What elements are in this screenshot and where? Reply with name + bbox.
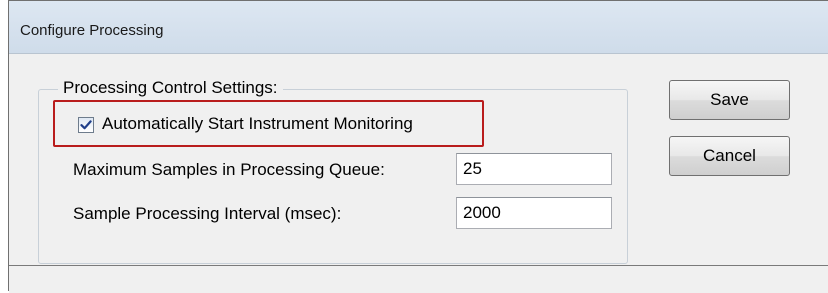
save-button[interactable]: Save — [669, 80, 790, 120]
processing-interval-input[interactable] — [456, 197, 612, 229]
group-title: Processing Control Settings: — [58, 78, 283, 98]
auto-start-label[interactable]: Automatically Start Instrument Monitorin… — [102, 114, 413, 134]
cancel-button[interactable]: Cancel — [669, 136, 790, 176]
configure-processing-dialog: Configure Processing Processing Control … — [8, 0, 828, 293]
bottom-divider — [9, 265, 828, 266]
window-title: Configure Processing — [20, 22, 164, 39]
auto-start-checkbox[interactable] — [78, 117, 94, 133]
processing-interval-label: Sample Processing Interval (msec): — [73, 204, 342, 223]
title-bar[interactable]: Configure Processing — [9, 1, 828, 53]
check-mark-icon — [80, 120, 92, 130]
max-samples-input[interactable] — [456, 153, 612, 185]
max-samples-label: Maximum Samples in Processing Queue: — [73, 160, 385, 179]
